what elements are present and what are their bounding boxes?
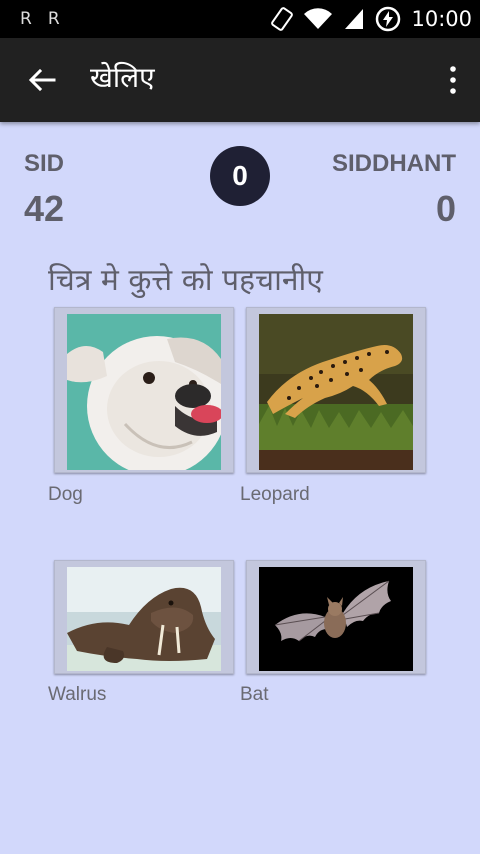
page-title: खेलिए xyxy=(90,61,155,94)
option-card-walrus[interactable] xyxy=(54,560,234,674)
notification-icons: RR xyxy=(20,9,76,29)
cheetah-photo xyxy=(259,314,413,470)
option-label-walrus: Walrus xyxy=(48,684,107,705)
option-label-leopard: Leopard xyxy=(240,484,310,505)
option-card-leopard[interactable] xyxy=(246,307,426,473)
status-icons: 10:00 xyxy=(271,4,472,34)
app-bar: खेलिए xyxy=(0,38,480,122)
bulldog-photo xyxy=(67,314,221,470)
wifi-icon xyxy=(304,8,333,30)
bat-photo xyxy=(259,567,413,671)
notification-icon: R xyxy=(47,9,62,29)
player2-score: 0 xyxy=(435,188,456,229)
player1-name: SID xyxy=(24,150,65,177)
battery-charging-icon xyxy=(376,6,401,32)
round-badge: 0 xyxy=(210,146,270,206)
walrus-photo xyxy=(67,567,221,671)
option-card-bat[interactable] xyxy=(246,560,426,674)
player2-name: SIDDHANT xyxy=(332,150,456,177)
signal-icon xyxy=(345,9,364,29)
notification-icon: R xyxy=(20,9,34,29)
player1-score: 42 xyxy=(24,188,65,229)
option-label-dog: Dog xyxy=(48,484,83,505)
back-arrow-icon[interactable] xyxy=(24,62,60,98)
clock: 10:00 xyxy=(411,7,472,31)
more-options-icon[interactable] xyxy=(446,64,460,96)
question-text: चित्र मे कुत्ते को पहचानीए xyxy=(48,263,323,298)
rotate-icon xyxy=(271,7,294,31)
option-card-dog[interactable] xyxy=(54,307,234,473)
status-bar: RR 10:00 xyxy=(0,0,480,38)
option-label-bat: Bat xyxy=(240,684,269,705)
